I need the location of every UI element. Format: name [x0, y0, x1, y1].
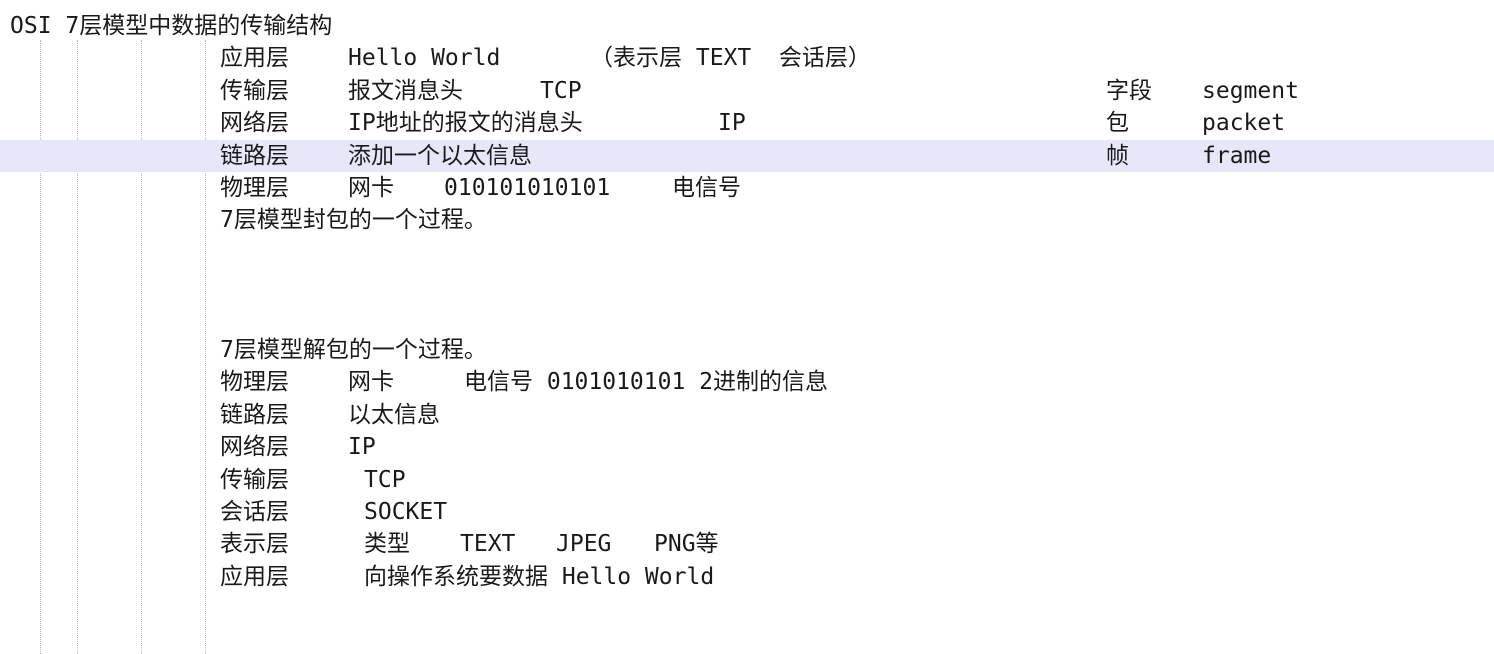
text-segment: TCP [540, 77, 582, 104]
text-line: 物理层 网卡 010101010101 电信号 [0, 172, 1494, 204]
text-segment: IP [348, 434, 376, 461]
text-segment: 添加一个以太信息 [348, 142, 532, 169]
text-segment: 应用层 [220, 45, 289, 72]
text-segment: JPEG [556, 531, 612, 558]
text-line [0, 593, 1494, 625]
text-segment: 电信号 [672, 175, 741, 201]
text-line [0, 302, 1494, 334]
text-line [0, 237, 1494, 269]
text-segment: 报文消息头 [348, 77, 463, 104]
text-line: 会话层 SOCKET [0, 496, 1494, 528]
text-segment: 应用层 [220, 563, 289, 590]
text-segment: TCP [364, 466, 406, 493]
text-line: 传输层 TCP [0, 464, 1494, 496]
text-segment: 传输层 [220, 466, 289, 493]
text-line: 传输层 报文消息头 TCP 字段 segment [0, 75, 1494, 107]
text-line: 7层模型封包的一个过程。 [0, 204, 1494, 236]
text-segment: OSI 7层模型中数据的传输结构 [10, 13, 333, 39]
text-line: OSI 7层模型中数据的传输结构 [0, 10, 1494, 42]
text-segment: 包 [1106, 110, 1129, 137]
text-line [0, 626, 1494, 654]
text-segment: 向操作系统要数据 Hello World [364, 563, 715, 590]
text-line: 7层模型解包的一个过程。 [0, 334, 1494, 366]
text-segment: 表示层 [220, 531, 289, 558]
text-segment: IP [718, 110, 746, 137]
text-segment: PNG等 [654, 531, 719, 558]
text-segment: 7层模型封包的一个过程。 [220, 207, 487, 234]
text-line: 链路层 添加一个以太信息 帧 frame [0, 140, 1494, 172]
text-line: 网络层 IP地址的报文的消息头 IP 包 packet [0, 107, 1494, 139]
text-editor[interactable]: OSI 7层模型中数据的传输结构应用层 Hello World （表示层 TEXT … [0, 0, 1494, 654]
text-segment: 字段 [1106, 77, 1152, 104]
text-segment: SOCKET [364, 499, 448, 525]
text-segment: 链路层 [220, 142, 289, 169]
text-segment: 电信号 0101010101 2进制的信息 [464, 369, 829, 396]
text-segment: 网络层 [220, 110, 289, 137]
text-segment: 以太信息 [348, 401, 440, 428]
text-segment: 类型 [364, 531, 410, 558]
text-segment: 网络层 [220, 434, 289, 461]
text-segment: （表示层 TEXT 会话层） [590, 45, 871, 72]
text-segment: packet [1202, 110, 1286, 137]
text-line: 物理层 网卡 电信号 0101010101 2进制的信息 [0, 366, 1494, 398]
text-segment: 会话层 [220, 499, 289, 525]
text-line: 应用层 Hello World （表示层 TEXT 会话层） [0, 42, 1494, 74]
text-segment: 网卡 [348, 175, 394, 201]
text-segment: IP地址的报文的消息头 [348, 110, 583, 137]
text-line: 应用层 向操作系统要数据 Hello World [0, 561, 1494, 593]
text-segment: segment [1202, 77, 1299, 104]
text-segment: Hello World [348, 45, 501, 72]
text-segment: 7层模型解包的一个过程。 [220, 337, 487, 363]
text-segment: 传输层 [220, 77, 289, 104]
text-line: 链路层 以太信息 [0, 399, 1494, 431]
text-line: 表示层 类型 TEXT JPEG PNG等 [0, 528, 1494, 560]
text-segment: 链路层 [220, 401, 289, 428]
text-segment: 物理层 [220, 175, 289, 201]
text-segment: 物理层 [220, 369, 289, 396]
text-line: 网络层 IP [0, 431, 1494, 463]
text-segment: TEXT [460, 531, 516, 558]
text-segment: 帧 [1106, 142, 1129, 169]
text-segment: 010101010101 [444, 175, 611, 201]
text-segment: frame [1202, 142, 1272, 169]
text-line [0, 269, 1494, 301]
text-segment: 网卡 [348, 369, 394, 396]
